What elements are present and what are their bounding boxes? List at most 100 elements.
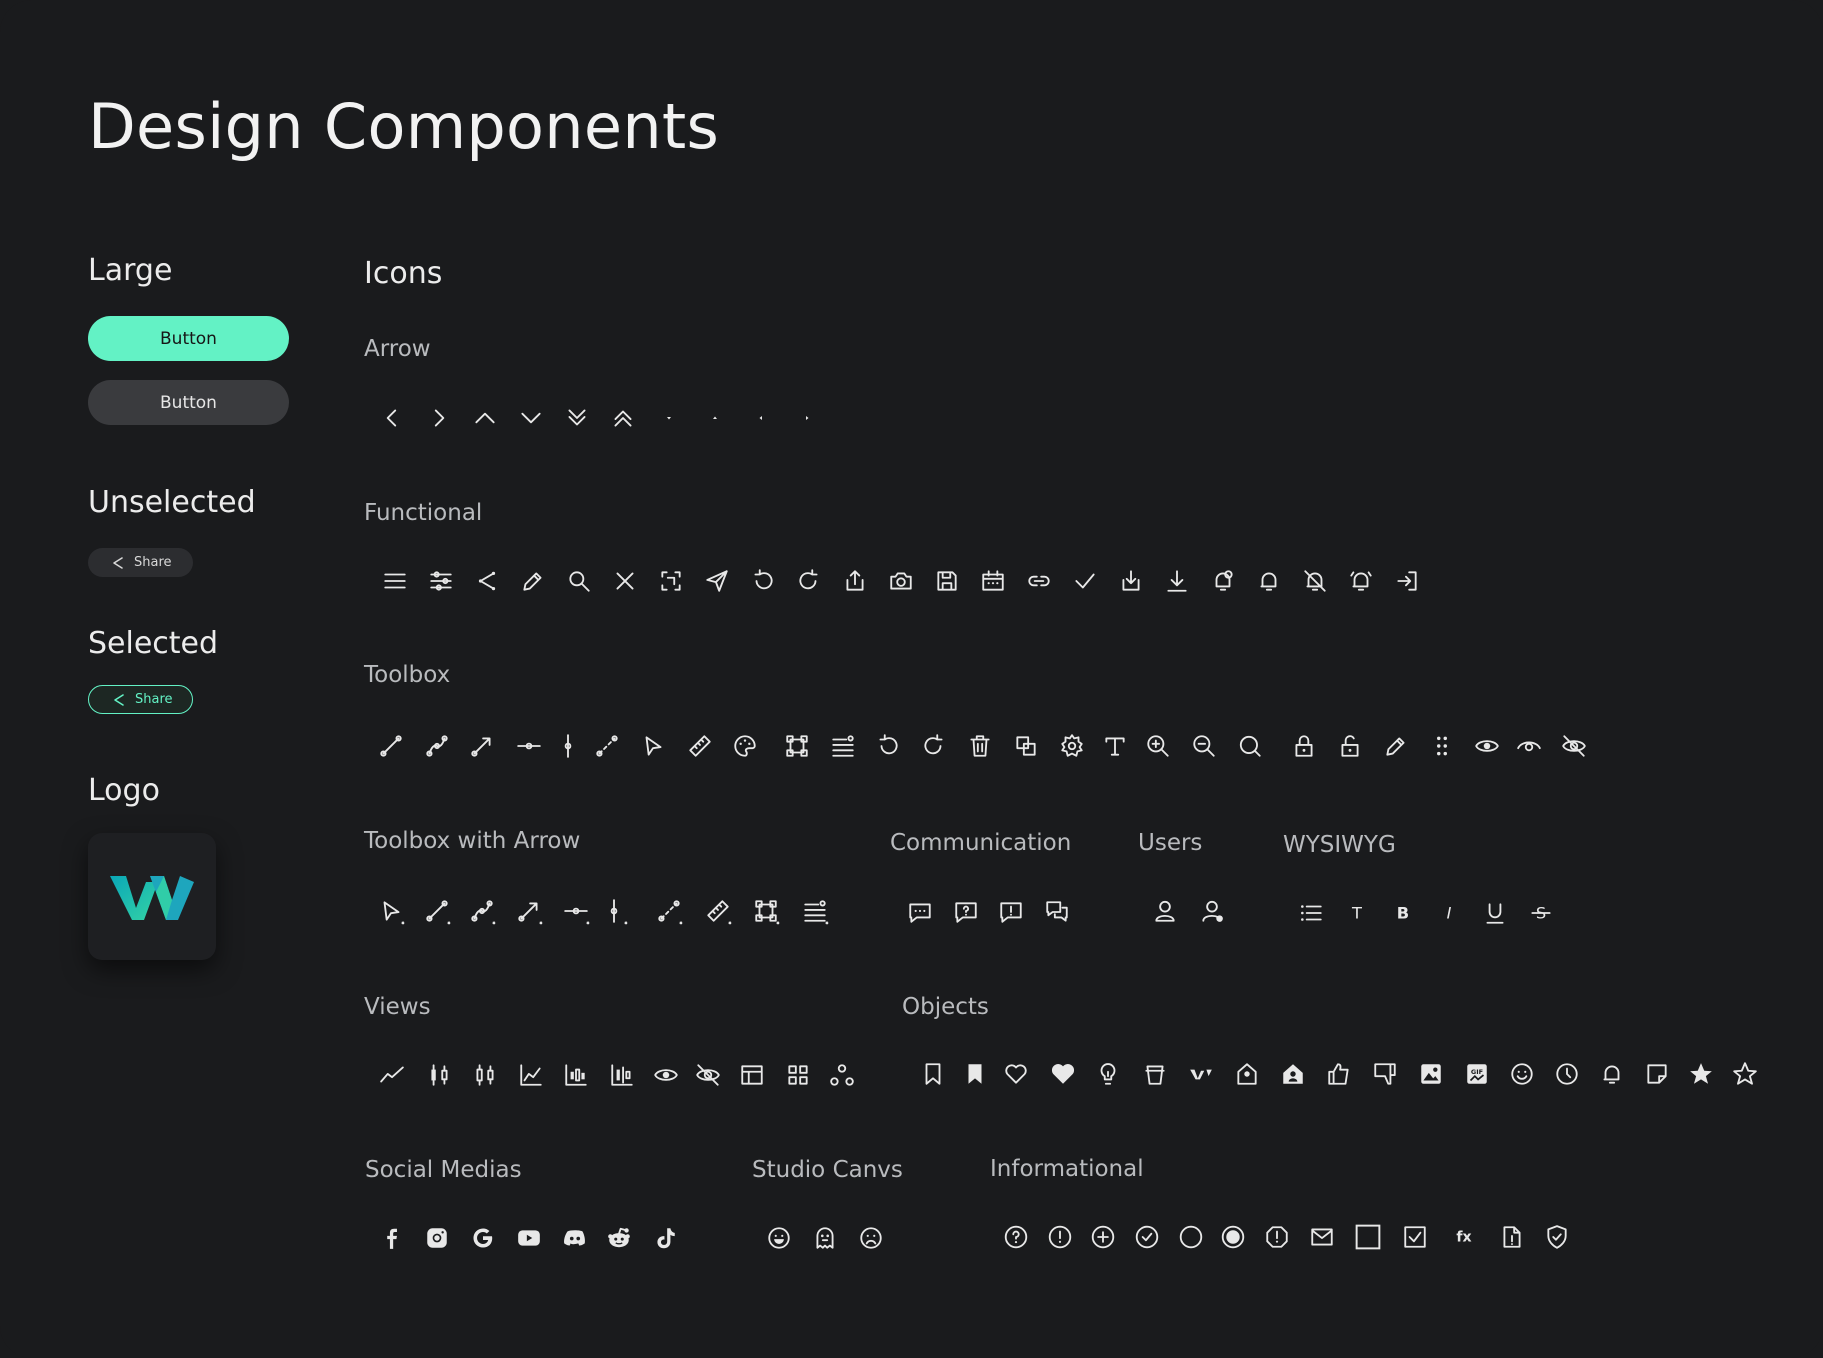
thumbs-up-icon[interactable]	[1324, 1059, 1354, 1089]
palette-icon[interactable]	[730, 731, 760, 761]
search-icon[interactable]	[564, 566, 594, 596]
check-icon[interactable]	[1070, 566, 1100, 596]
link-icon[interactable]	[1024, 566, 1054, 596]
instagram-icon[interactable]	[422, 1223, 452, 1253]
text-tool-icon[interactable]	[1100, 731, 1130, 761]
check-circle-icon[interactable]	[1132, 1222, 1162, 1252]
calendar-icon[interactable]	[978, 566, 1008, 596]
undo-icon[interactable]	[873, 731, 903, 761]
chevron-down-icon[interactable]	[516, 403, 546, 433]
bookmark-filled-icon[interactable]	[960, 1059, 990, 1089]
text-icon[interactable]: T	[1342, 898, 1372, 928]
underline-icon[interactable]	[1480, 898, 1510, 928]
arrow-line-icon[interactable]	[467, 731, 497, 761]
mail-icon[interactable]	[1307, 1222, 1337, 1252]
star-filled-icon[interactable]	[1686, 1059, 1716, 1089]
bell-icon[interactable]	[1597, 1059, 1627, 1089]
bell-icon[interactable]	[1254, 566, 1284, 596]
cursor-icon[interactable]	[376, 896, 406, 926]
file-info-icon[interactable]	[1497, 1222, 1527, 1252]
zoom-out-icon[interactable]	[1189, 731, 1219, 761]
image-icon[interactable]	[1416, 1059, 1446, 1089]
bulb-icon[interactable]	[1093, 1059, 1123, 1089]
candles-icon[interactable]	[424, 1060, 454, 1090]
ghost-icon[interactable]	[810, 1223, 840, 1253]
close-icon[interactable]	[610, 566, 640, 596]
double-chevron-down-icon[interactable]	[562, 403, 592, 433]
discord-icon[interactable]	[560, 1223, 590, 1253]
user-status-icon[interactable]	[1197, 896, 1227, 926]
shape-select-icon[interactable]	[782, 731, 812, 761]
bell-off-icon[interactable]	[1300, 566, 1330, 596]
shield-check-icon[interactable]	[1542, 1222, 1572, 1252]
circle-icon[interactable]	[1176, 1222, 1206, 1252]
segment-line-icon[interactable]	[592, 731, 622, 761]
zoom-icon[interactable]	[1235, 731, 1265, 761]
chat-alert-icon[interactable]	[996, 897, 1026, 927]
camera-icon[interactable]	[886, 566, 916, 596]
download-tray-icon[interactable]	[1116, 566, 1146, 596]
redo-icon[interactable]	[794, 566, 824, 596]
bookmark-icon[interactable]	[918, 1059, 948, 1089]
italic-icon[interactable]: I	[1434, 898, 1464, 928]
plus-circle-icon[interactable]	[1088, 1222, 1118, 1252]
sad-face-icon[interactable]	[856, 1223, 886, 1253]
save-icon[interactable]	[932, 566, 962, 596]
nodes-icon[interactable]	[827, 1060, 857, 1090]
facebook-icon[interactable]	[376, 1223, 406, 1253]
secondary-button[interactable]: Button	[88, 380, 289, 425]
grid-icon[interactable]	[783, 1060, 813, 1090]
gif-icon[interactable]: GIF	[1462, 1059, 1492, 1089]
reddit-icon[interactable]	[604, 1223, 634, 1253]
bar-candles-icon[interactable]	[561, 1060, 591, 1090]
vertical-line-icon[interactable]	[553, 731, 583, 761]
layers-icon[interactable]	[1011, 731, 1041, 761]
bar-candles-2-icon[interactable]	[607, 1060, 637, 1090]
text-lines-icon[interactable]	[828, 731, 858, 761]
square-icon[interactable]	[1353, 1222, 1383, 1252]
chat-icon[interactable]	[905, 897, 935, 927]
eye-off-icon[interactable]	[693, 1060, 723, 1090]
trash-icon[interactable]	[965, 731, 995, 761]
alert-octagon-icon[interactable]	[1262, 1222, 1292, 1252]
ruler-icon[interactable]	[685, 731, 715, 761]
arrow-line-icon[interactable]	[514, 896, 544, 926]
gear-icon[interactable]	[1057, 731, 1087, 761]
horizontal-line-icon[interactable]	[514, 731, 544, 761]
share-chip-selected[interactable]: Share	[88, 685, 193, 714]
chats-icon[interactable]	[1042, 897, 1072, 927]
youtube-icon[interactable]	[514, 1223, 544, 1253]
google-icon[interactable]	[468, 1223, 498, 1253]
ruler-icon[interactable]	[703, 896, 733, 926]
brand-mark-icon[interactable]	[1186, 1059, 1216, 1089]
eye-icon[interactable]	[1472, 731, 1502, 761]
checkbox-icon[interactable]	[1400, 1222, 1430, 1252]
vertical-line-icon[interactable]	[599, 896, 629, 926]
share-icon[interactable]	[472, 566, 502, 596]
eye-icon[interactable]	[651, 1060, 681, 1090]
line-chart-icon[interactable]	[377, 1060, 407, 1090]
chat-question-icon[interactable]	[951, 897, 981, 927]
chevron-up-icon[interactable]	[470, 403, 500, 433]
double-chevron-up-icon[interactable]	[608, 403, 638, 433]
menu-icon[interactable]	[380, 566, 410, 596]
caret-up-icon[interactable]	[700, 403, 730, 433]
heart-filled-icon[interactable]	[1048, 1059, 1078, 1089]
candles-outline-icon[interactable]	[470, 1060, 500, 1090]
bold-icon[interactable]: B	[1388, 898, 1418, 928]
home-tag-icon[interactable]	[1232, 1059, 1262, 1089]
chevron-left-icon[interactable]	[377, 403, 407, 433]
unlock-icon[interactable]	[1335, 731, 1365, 761]
chevron-right-icon[interactable]	[424, 403, 454, 433]
sliders-icon[interactable]	[426, 566, 456, 596]
text-lines-icon[interactable]	[800, 896, 830, 926]
caret-down-icon[interactable]	[654, 403, 684, 433]
bell-ring-icon[interactable]	[1346, 566, 1376, 596]
star-icon[interactable]	[1730, 1059, 1760, 1089]
cup-icon[interactable]	[1140, 1059, 1170, 1089]
eye-off-icon[interactable]	[1559, 731, 1589, 761]
drag-handle-icon[interactable]	[1427, 731, 1457, 761]
layout-icon[interactable]	[737, 1060, 767, 1090]
login-icon[interactable]	[1392, 566, 1422, 596]
smile-face-icon[interactable]	[764, 1223, 794, 1253]
